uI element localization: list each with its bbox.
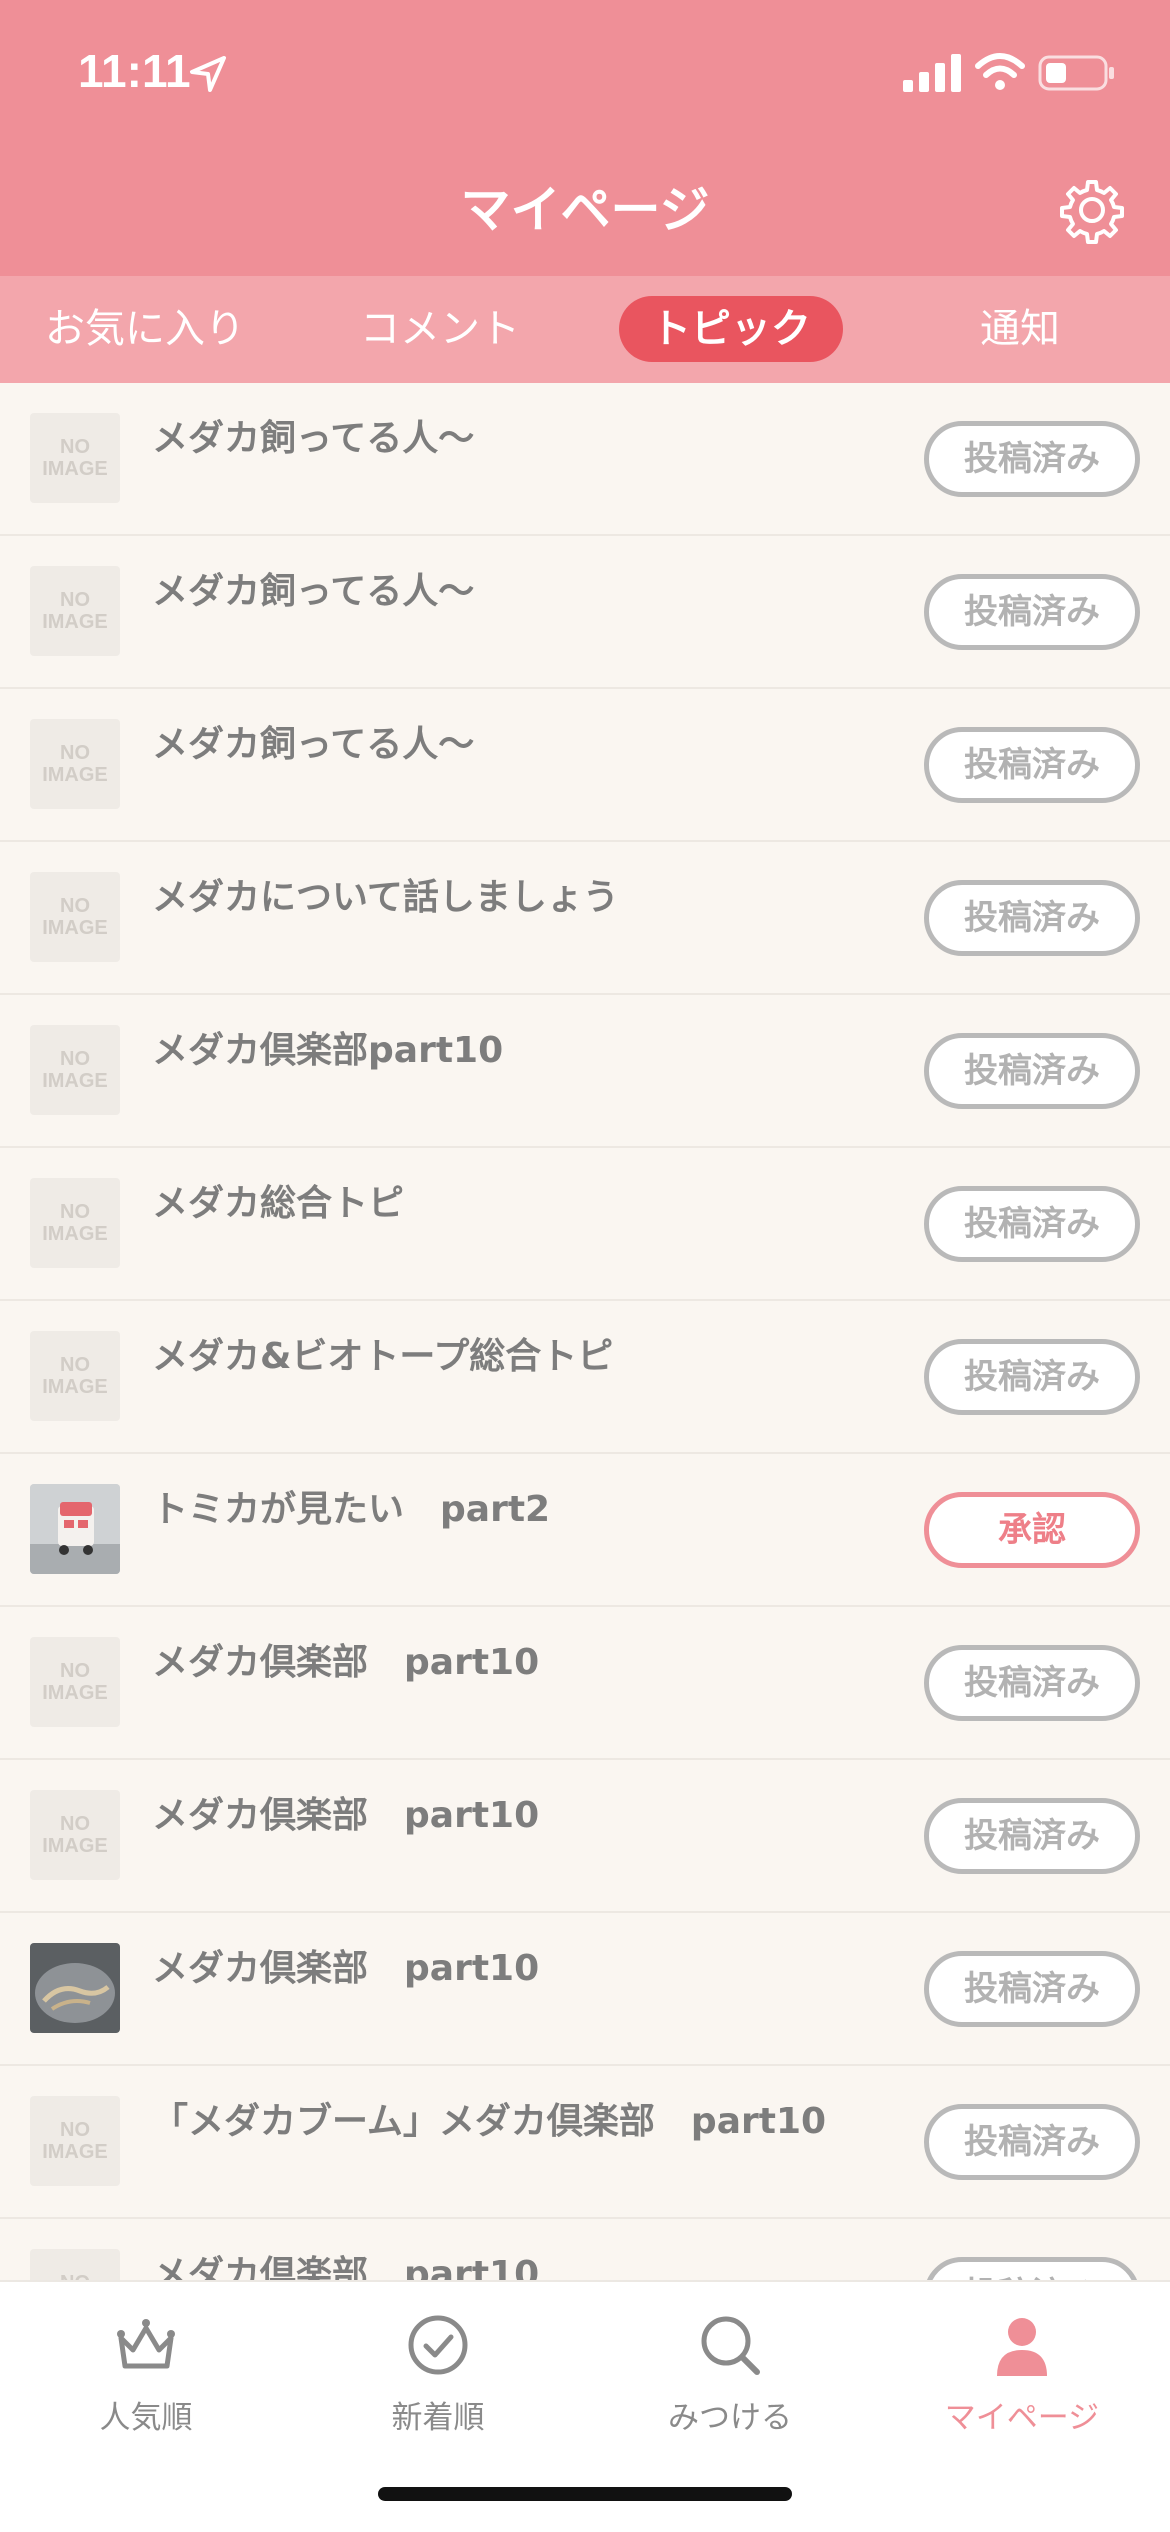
segment-tabs: お気に入り コメント トピック 通知 bbox=[0, 276, 1170, 383]
tabbar-item-mypage[interactable]: マイページ bbox=[876, 2282, 1168, 2482]
tabbar-label: 人気順 bbox=[99, 2400, 193, 2436]
toy-photo-thumbnail bbox=[30, 1484, 120, 1574]
home-indicator bbox=[378, 2487, 792, 2501]
list-item[interactable]: NO IMAGE メダカ飼ってる人〜 投稿済み bbox=[0, 536, 1170, 689]
no-image-thumbnail: NO IMAGE bbox=[30, 1790, 120, 1880]
topic-title: メダカ倶楽部part10 bbox=[152, 1030, 504, 1071]
tabbar-item-search[interactable]: みつける bbox=[584, 2282, 876, 2482]
list-item[interactable]: メダカ倶楽部 part10 投稿済み bbox=[0, 1913, 1170, 2066]
topic-title: メダカ飼ってる人〜 bbox=[152, 724, 475, 765]
status-button[interactable]: 投稿済み bbox=[924, 2104, 1140, 2180]
tabbar-label: みつける bbox=[668, 2400, 792, 2436]
list-item[interactable]: NO IMAGE メダカ&ビオトープ総合トピ 投稿済み bbox=[0, 1301, 1170, 1454]
no-image-thumbnail: NO IMAGE bbox=[30, 1637, 120, 1727]
topic-title: メダカについて話しましょう bbox=[152, 877, 619, 918]
list-item[interactable]: NO IMAGE メダカ飼ってる人〜 投稿済み bbox=[0, 689, 1170, 842]
no-image-thumbnail: NO IMAGE bbox=[30, 566, 120, 656]
topic-list: NO IMAGE メダカ飼ってる人〜 投稿済み NO IMAGE メダカ飼ってる… bbox=[0, 383, 1170, 2280]
no-image-thumbnail: NO IMAGE bbox=[30, 2096, 120, 2186]
status-button[interactable]: 投稿済み bbox=[924, 1951, 1140, 2027]
clock-icon bbox=[408, 2315, 468, 2375]
status-button[interactable]: 投稿済み bbox=[924, 421, 1140, 497]
status-button[interactable]: 投稿済み bbox=[924, 1798, 1140, 1874]
no-image-thumbnail: NO IMAGE bbox=[30, 1025, 120, 1115]
no-image-thumbnail: NO IMAGE bbox=[30, 872, 120, 962]
status-button[interactable]: 投稿済み bbox=[924, 1645, 1140, 1721]
approve-button[interactable]: 承認 bbox=[924, 1492, 1140, 1568]
header: 11:11 マイページ bbox=[0, 0, 1170, 276]
tab-comments[interactable]: コメント bbox=[330, 276, 550, 383]
topic-title: 「メダカブーム」メダカ倶楽部 part10 bbox=[152, 2101, 827, 2142]
tabbar-label: 新着順 bbox=[391, 2400, 485, 2436]
search-icon bbox=[701, 2316, 760, 2375]
status-button[interactable]: 投稿済み bbox=[924, 574, 1140, 650]
signal-icon bbox=[903, 54, 961, 92]
tabbar-item-newest[interactable]: 新着順 bbox=[292, 2282, 584, 2482]
topic-title: メダカ倶楽部 part10 bbox=[152, 1642, 540, 1683]
wifi-icon bbox=[975, 53, 1025, 90]
crown-icon bbox=[117, 2319, 175, 2369]
list-item[interactable]: トミカが見たい part2 承認 bbox=[0, 1454, 1170, 1607]
tabbar-label: マイページ bbox=[944, 2400, 1100, 2436]
list-item[interactable]: NO IMAGE メダカ倶楽部 part10 投稿済み bbox=[0, 1760, 1170, 1913]
tab-favorites[interactable]: お気に入り bbox=[30, 276, 260, 383]
topic-title: メダカ倶楽部 part10 bbox=[152, 2254, 540, 2280]
list-item[interactable]: NO IMAGE メダカについて話しましょう 投稿済み bbox=[0, 842, 1170, 995]
list-item[interactable]: NO IMAGE メダカ飼ってる人〜 投稿済み bbox=[0, 383, 1170, 536]
topic-title: メダカ飼ってる人〜 bbox=[152, 571, 475, 612]
status-button[interactable]: 投稿済み bbox=[924, 880, 1140, 956]
tab-topics[interactable]: トピック bbox=[619, 296, 843, 362]
toy-car-image bbox=[30, 1484, 120, 1574]
battery-icon bbox=[1038, 55, 1114, 91]
no-image-thumbnail: NO IMAGE bbox=[30, 1178, 120, 1268]
topic-title: メダカ&ビオトープ総合トピ bbox=[152, 1336, 614, 1377]
no-image-thumbnail: NO IMAGE bbox=[30, 2249, 120, 2280]
no-image-thumbnail: NO IMAGE bbox=[30, 1331, 120, 1421]
list-item[interactable]: NO IMAGE 「メダカブーム」メダカ倶楽部 part10 投稿済み bbox=[0, 2066, 1170, 2219]
dried-fish-image bbox=[30, 1943, 120, 2033]
status-button[interactable]: 投稿済み bbox=[924, 1339, 1140, 1415]
person-icon bbox=[997, 2318, 1047, 2376]
page-title: マイページ bbox=[460, 181, 710, 239]
topic-title: トミカが見たい part2 bbox=[152, 1489, 551, 1530]
topic-title: メダカ倶楽部 part10 bbox=[152, 1948, 540, 1989]
status-button[interactable]: 投稿済み bbox=[924, 1186, 1140, 1262]
status-time: 11:11 bbox=[78, 45, 191, 97]
fish-photo-thumbnail bbox=[30, 1943, 120, 2033]
no-image-thumbnail: NO IMAGE bbox=[30, 719, 120, 809]
topic-title: メダカ倶楽部 part10 bbox=[152, 1795, 540, 1836]
list-item[interactable]: NO IMAGE メダカ倶楽部 part10 投稿済み bbox=[0, 2219, 1170, 2280]
location-arrow-icon bbox=[190, 56, 226, 92]
list-item[interactable]: NO IMAGE メダカ倶楽部 part10 投稿済み bbox=[0, 1607, 1170, 1760]
topic-title: メダカ総合トピ bbox=[152, 1183, 405, 1224]
status-button[interactable]: 投稿済み bbox=[924, 2257, 1140, 2280]
no-image-thumbnail: NO IMAGE bbox=[30, 413, 120, 503]
gear-icon[interactable] bbox=[1058, 176, 1126, 244]
list-item[interactable]: NO IMAGE メダカ倶楽部part10 投稿済み bbox=[0, 995, 1170, 1148]
status-bar: 11:11 bbox=[0, 0, 1170, 150]
tab-notifications[interactable]: 通知 bbox=[940, 276, 1100, 383]
tabbar-item-popular[interactable]: 人気順 bbox=[0, 2282, 292, 2482]
status-button[interactable]: 投稿済み bbox=[924, 727, 1140, 803]
topic-title: メダカ飼ってる人〜 bbox=[152, 418, 475, 459]
list-item[interactable]: NO IMAGE メダカ総合トピ 投稿済み bbox=[0, 1148, 1170, 1301]
status-button[interactable]: 投稿済み bbox=[924, 1033, 1140, 1109]
